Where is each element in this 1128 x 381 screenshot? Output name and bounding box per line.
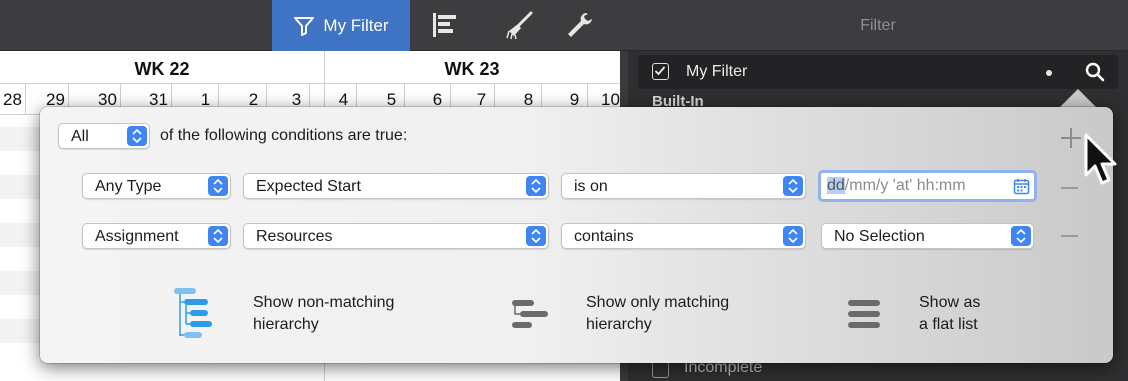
date-selected-segment: dd [827, 177, 845, 194]
matching-hierarchy-icon [512, 300, 548, 328]
condition-field-popup[interactable]: Resources [243, 223, 549, 249]
popup-stepper-icon [208, 226, 228, 246]
checkmark-icon [654, 66, 666, 76]
option-label-line: hierarchy [586, 316, 652, 333]
flat-list-icon [848, 300, 880, 328]
option-label-line: Show as [919, 294, 981, 311]
option-label-line: Show only matching [586, 294, 730, 311]
inspector-title: Filter [860, 17, 896, 34]
option-label-line: hierarchy [253, 316, 319, 333]
funnel-icon [294, 16, 315, 36]
condition-operator-popup[interactable]: contains [561, 223, 806, 249]
remove-condition-button[interactable] [1061, 235, 1078, 237]
option-label-line: a flat list [919, 316, 978, 333]
condition-type-popup[interactable]: Assignment [82, 223, 231, 249]
toolbar: My Filter Filter [0, 0, 1128, 51]
popup-stepper-icon [526, 226, 546, 246]
quantifier-value: All [71, 128, 89, 145]
option-label: Show non-matching hierarchy [253, 292, 473, 336]
condition-value-popup[interactable]: No Selection [821, 223, 1034, 249]
condition-field-value: Resources [256, 228, 333, 245]
popup-stepper-icon [127, 126, 147, 146]
hierarchy-tree-icon [174, 288, 212, 338]
condition-type-value: Any Type [95, 178, 162, 195]
condition-type-value: Assignment [95, 228, 179, 245]
week-header: WK 22 WK 23 [0, 51, 620, 84]
condition-field-value: Expected Start [256, 178, 361, 195]
popup-stepper-icon [526, 176, 546, 196]
week-label: WK 22 [134, 59, 190, 79]
brush-icon[interactable] [505, 10, 535, 40]
option-label: Show as a flat list [919, 292, 1039, 336]
date-placeholder-rest: /mm/y 'at' hh:mm [844, 177, 966, 194]
filter-toolbar-label: My Filter [323, 15, 389, 35]
my-filter-label: My Filter [686, 63, 748, 80]
popup-stepper-icon [208, 176, 228, 196]
condition-value-value: No Selection [834, 228, 925, 245]
option-label-line: Show non-matching [253, 294, 395, 311]
condition-operator-value: is on [574, 178, 608, 195]
my-filter-checkbox[interactable] [652, 63, 669, 80]
condition-type-popup[interactable]: Any Type [82, 173, 231, 199]
condition-operator-value: contains [574, 228, 634, 245]
popup-stepper-icon [783, 176, 803, 196]
popover-arrow [1060, 89, 1096, 107]
mouse-pointer-icon [1084, 133, 1117, 185]
date-value-field[interactable]: dd/mm/y 'at' hh:mm [818, 170, 1037, 202]
search-icon[interactable] [1084, 61, 1106, 83]
day-cell: 28 [0, 84, 26, 115]
condition-field-popup[interactable]: Expected Start [243, 173, 549, 199]
conditions-text: of the following conditions are true: [160, 127, 408, 144]
option-label: Show only matching hierarchy [586, 292, 806, 336]
quantifier-popup[interactable]: All [58, 123, 150, 149]
my-filter-row[interactable]: My Filter [638, 55, 1118, 89]
incomplete-checkbox[interactable] [652, 361, 669, 378]
week-label: WK 23 [444, 59, 500, 79]
wrench-icon[interactable] [564, 10, 594, 40]
add-condition-icon[interactable] [1070, 128, 1072, 148]
date-placeholder: dd/mm/y 'at' hh:mm [827, 177, 966, 195]
filter-toolbar-button[interactable]: My Filter [272, 0, 410, 51]
filter-conditions-popover: All of the following conditions are true… [40, 107, 1113, 363]
unsaved-dot-icon [1046, 70, 1052, 76]
calendar-icon[interactable] [1013, 178, 1030, 195]
align-bars-icon[interactable] [430, 10, 460, 40]
condition-operator-popup[interactable]: is on [561, 173, 806, 199]
popup-stepper-icon [1011, 226, 1031, 246]
popup-stepper-icon [783, 226, 803, 246]
remove-condition-button[interactable] [1061, 187, 1078, 189]
